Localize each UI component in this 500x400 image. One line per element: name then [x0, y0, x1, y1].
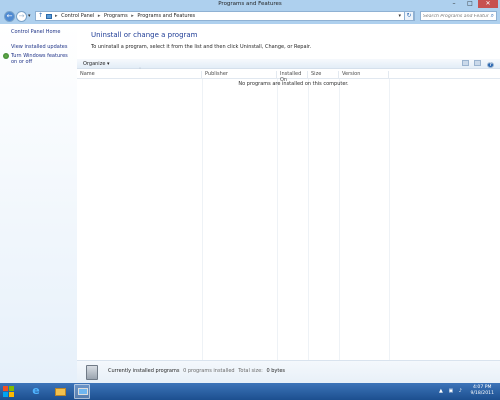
address-bar[interactable]: ↑ ▸ Control Panel ▸ Programs ▸ Programs …	[35, 11, 415, 21]
refresh-button[interactable]: ↻	[404, 11, 414, 21]
details-title: Currently installed programs	[108, 368, 180, 374]
clock[interactable]: 4:07 PM 9/18/2011	[470, 385, 494, 397]
start-button[interactable]	[3, 386, 14, 397]
control-panel-home-link[interactable]: Control Panel Home	[11, 29, 61, 35]
close-button[interactable]: ✕	[478, 0, 498, 8]
title-bar[interactable]: Programs and Features – □ ✕	[0, 0, 500, 9]
column-header-version[interactable]: Version	[339, 71, 389, 79]
total-size-value: 0 bytes	[266, 368, 285, 374]
column-divider	[339, 79, 340, 360]
system-tray: ▲ ▣ ♪	[439, 388, 464, 394]
internet-explorer-icon[interactable]: e	[28, 384, 44, 399]
column-header-installed-on[interactable]: Installed On	[277, 71, 308, 83]
details-summary: Currently installed programs 0 programs …	[108, 368, 287, 374]
breadcrumb-programs[interactable]: Programs	[104, 13, 128, 19]
windows-logo-icon	[9, 386, 14, 391]
show-hidden-icons-icon[interactable]: ▲	[439, 388, 445, 394]
sidebar: Control Panel Home View installed update…	[0, 24, 77, 383]
file-explorer-icon[interactable]	[52, 384, 68, 399]
taskbar: e ▲ ▣ ♪ 4:07 PM 9/18/2011	[0, 383, 500, 400]
organize-button[interactable]: Organize ▾	[83, 61, 110, 67]
back-button[interactable]: ←	[4, 11, 15, 22]
search-icon[interactable]: ⌕	[491, 12, 494, 20]
column-headers: ˄ Name Publisher Installed On Size Versi…	[77, 67, 500, 83]
column-divider	[308, 79, 309, 360]
installed-programs-icon	[86, 365, 98, 380]
view-options-icon[interactable]	[461, 60, 469, 66]
breadcrumb-programs-and-features[interactable]: Programs and Features	[137, 13, 195, 19]
breadcrumb-control-panel[interactable]: Control Panel	[61, 13, 94, 19]
main-content: Uninstall or change a program To uninsta…	[77, 24, 500, 383]
minimize-button[interactable]: –	[446, 0, 462, 8]
folder-icon	[55, 388, 66, 396]
breadcrumb-separator[interactable]: ▸	[55, 13, 58, 19]
empty-list-message: No programs are installed on this comput…	[238, 81, 349, 87]
maximize-button[interactable]: □	[462, 0, 478, 8]
recent-pages-dropdown[interactable]: ▾	[28, 13, 31, 19]
programs-installed-count: 0 programs installed	[183, 368, 235, 374]
view-installed-updates-link[interactable]: View installed updates	[11, 44, 67, 50]
column-header-name[interactable]: Name	[77, 71, 202, 79]
windows-logo-icon	[9, 392, 14, 397]
windows-logo-icon	[3, 392, 8, 397]
window-title: Programs and Features	[218, 1, 282, 7]
breadcrumb-separator[interactable]: ▸	[98, 13, 101, 19]
column-header-publisher[interactable]: Publisher	[202, 71, 277, 79]
details-pane: Currently installed programs 0 programs …	[77, 360, 500, 383]
page-title: Uninstall or change a program	[91, 31, 198, 39]
column-divider	[202, 79, 203, 360]
volume-icon[interactable]: ♪	[459, 388, 464, 394]
clock-date: 9/18/2011	[470, 391, 494, 396]
view-buttons: ?	[458, 60, 494, 68]
network-icon[interactable]: ▣	[448, 388, 455, 394]
breadcrumb: ▸ Control Panel ▸ Programs ▸ Programs an…	[55, 13, 197, 19]
control-panel-taskbar-icon[interactable]	[74, 384, 90, 399]
windows-features-icon	[3, 53, 9, 59]
column-header-size[interactable]: Size	[308, 71, 339, 79]
search-box[interactable]: ⌕	[420, 11, 497, 21]
control-panel-icon	[46, 14, 52, 19]
forward-button[interactable]: →	[16, 11, 27, 22]
address-dropdown-button[interactable]: ▾	[398, 13, 401, 19]
breadcrumb-separator[interactable]: ▸	[131, 13, 134, 19]
total-size-label: Total size:	[238, 368, 263, 374]
up-arrow-icon[interactable]: ↑	[38, 12, 43, 19]
windows-logo-icon	[3, 386, 8, 391]
column-divider	[389, 79, 390, 360]
monitor-icon	[78, 388, 88, 395]
windows-features-link[interactable]: Turn Windows features on or off	[11, 53, 73, 65]
search-input[interactable]	[421, 12, 489, 20]
help-icon[interactable]: ?	[487, 62, 494, 68]
page-instructions: To uninstall a program, select it from t…	[91, 44, 312, 50]
preview-pane-icon[interactable]	[474, 60, 482, 66]
navigation-bar: ← → ▾ ↑ ▸ Control Panel ▸ Programs ▸ Pro…	[0, 9, 500, 24]
programs-and-features-window: Programs and Features – □ ✕ ← → ▾ ↑ ▸ Co…	[0, 0, 500, 383]
column-divider	[277, 79, 278, 360]
